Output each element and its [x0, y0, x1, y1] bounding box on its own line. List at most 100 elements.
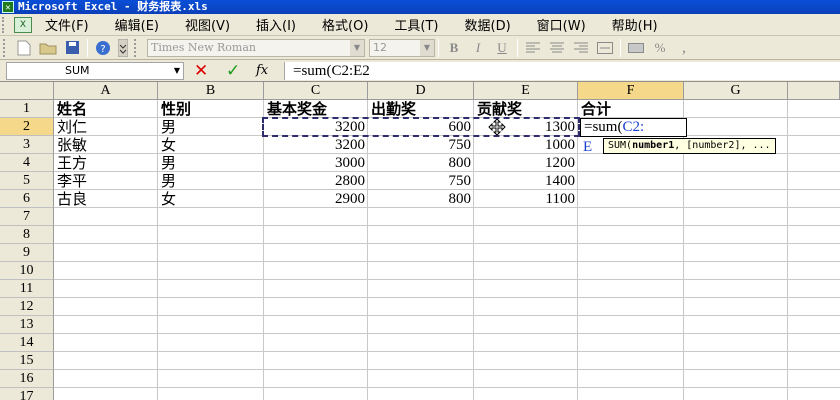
grid-column-line: [787, 100, 788, 400]
header-cell[interactable]: 姓名: [54, 100, 158, 118]
column-header-b[interactable]: B: [158, 82, 264, 100]
header-cell[interactable]: 基本奖金: [264, 100, 368, 118]
chevron-down-icon[interactable]: ▼: [174, 63, 180, 79]
formula-input[interactable]: =sum(C2:E2: [284, 62, 840, 80]
row-header-17[interactable]: 17: [0, 388, 54, 400]
gender-cell[interactable]: 男: [158, 118, 264, 136]
row-header-3[interactable]: 3: [0, 136, 54, 154]
attendance-bonus-cell[interactable]: 800: [368, 190, 474, 208]
merge-center-icon[interactable]: [594, 39, 616, 57]
comma-style-icon[interactable]: ,: [673, 39, 695, 57]
toolbar-grip-handle-2[interactable]: [134, 38, 140, 57]
font-name-select[interactable]: Times New Roman ▼: [147, 38, 365, 57]
percent-button[interactable]: %: [649, 39, 671, 57]
name-cell[interactable]: 李平: [54, 172, 158, 190]
worksheet-grid[interactable]: ABCDEFG 1 2 3 4 5 6 7 8 9 10 11 12 13 14 15 16 17 姓名 性别 基本…: [0, 82, 840, 400]
currency-format-icon[interactable]: [625, 39, 647, 57]
gender-cell[interactable]: 女: [158, 190, 264, 208]
attendance-bonus-cell[interactable]: 800: [368, 154, 474, 172]
workbook-icon[interactable]: X: [14, 16, 32, 33]
attendance-bonus-cell[interactable]: 600: [368, 118, 474, 136]
header-cell[interactable]: 出勤奖: [368, 100, 474, 118]
new-document-icon[interactable]: [14, 39, 34, 57]
row-header-11[interactable]: 11: [0, 280, 54, 298]
row-header-10[interactable]: 10: [0, 262, 54, 280]
attendance-bonus-cell[interactable]: 750: [368, 136, 474, 154]
row-header-16[interactable]: 16: [0, 370, 54, 388]
row-header-5[interactable]: 5: [0, 172, 54, 190]
menu-grip-handle[interactable]: [2, 16, 10, 33]
row-header-2[interactable]: 2: [0, 118, 54, 136]
column-header-partial[interactable]: [788, 82, 840, 100]
align-left-icon[interactable]: [522, 39, 544, 57]
menu-data[interactable]: 数据(D): [452, 15, 524, 34]
contribution-bonus-cell[interactable]: 1400: [474, 172, 578, 190]
basic-bonus-cell[interactable]: 2900: [264, 190, 368, 208]
row-header-13[interactable]: 13: [0, 316, 54, 334]
contribution-bonus-cell[interactable]: 1200: [474, 154, 578, 172]
menu-format[interactable]: 格式(O): [309, 15, 381, 34]
gender-cell[interactable]: 男: [158, 154, 264, 172]
chevron-down-icon[interactable]: ▼: [420, 39, 434, 56]
help-icon[interactable]: ?: [93, 39, 113, 57]
menu-edit[interactable]: 编辑(E): [102, 15, 172, 34]
grid-row-line: [54, 261, 840, 262]
font-size-select[interactable]: 12 ▼: [369, 38, 435, 57]
align-right-icon[interactable]: [570, 39, 592, 57]
row-header-4[interactable]: 4: [0, 154, 54, 172]
menu-insert[interactable]: 插入(I): [243, 15, 309, 34]
row-header-9[interactable]: 9: [0, 244, 54, 262]
column-header-c[interactable]: C: [264, 82, 368, 100]
grid-row-line: [54, 279, 840, 280]
column-header-f[interactable]: F: [578, 82, 684, 100]
enter-check-icon[interactable]: ✓: [226, 61, 240, 81]
header-cell[interactable]: 性别: [158, 100, 264, 118]
cancel-icon[interactable]: ✕: [194, 61, 208, 81]
name-box[interactable]: SUM ▼: [6, 62, 184, 80]
column-header-a[interactable]: A: [54, 82, 158, 100]
function-argument-tooltip[interactable]: SUM(number1, [number2], ...: [603, 138, 776, 154]
basic-bonus-cell[interactable]: 3000: [264, 154, 368, 172]
column-header-d[interactable]: D: [368, 82, 474, 100]
row-header-12[interactable]: 12: [0, 298, 54, 316]
bold-button[interactable]: B: [443, 39, 465, 57]
save-icon[interactable]: [62, 39, 82, 57]
menu-help[interactable]: 帮助(H): [599, 15, 671, 34]
basic-bonus-cell[interactable]: 3200: [264, 118, 368, 136]
gender-cell[interactable]: 男: [158, 172, 264, 190]
row-header-14[interactable]: 14: [0, 334, 54, 352]
header-cell[interactable]: 贡献奖: [474, 100, 578, 118]
column-header-g[interactable]: G: [684, 82, 788, 100]
row-header-7[interactable]: 7: [0, 208, 54, 226]
menu-view[interactable]: 视图(V): [172, 15, 243, 34]
italic-button[interactable]: I: [467, 39, 489, 57]
open-folder-icon[interactable]: [38, 39, 58, 57]
chevron-down-icon[interactable]: ▼: [350, 39, 364, 56]
name-cell[interactable]: 刘仁: [54, 118, 158, 136]
gender-cell[interactable]: 女: [158, 136, 264, 154]
row-header-6[interactable]: 6: [0, 190, 54, 208]
name-cell[interactable]: 王方: [54, 154, 158, 172]
header-cell[interactable]: 合计: [578, 100, 684, 118]
row-header-15[interactable]: 15: [0, 352, 54, 370]
select-all-corner[interactable]: [0, 82, 54, 100]
align-center-icon[interactable]: [546, 39, 568, 57]
name-cell[interactable]: 张敏: [54, 136, 158, 154]
column-header-e[interactable]: E: [474, 82, 578, 100]
grid-row-line: [54, 333, 840, 334]
toolbar-grip-handle[interactable]: [3, 38, 9, 57]
row-header-8[interactable]: 8: [0, 226, 54, 244]
name-cell[interactable]: 古良: [54, 190, 158, 208]
toolbar-options-icon[interactable]: [117, 38, 129, 57]
underline-button[interactable]: U: [491, 39, 513, 57]
menu-window[interactable]: 窗口(W): [524, 15, 599, 34]
insert-function-icon[interactable]: fx: [256, 62, 268, 80]
basic-bonus-cell[interactable]: 2800: [264, 172, 368, 190]
menu-tools[interactable]: 工具(T): [381, 15, 451, 34]
row-header-1[interactable]: 1: [0, 100, 54, 118]
toolbar-separator: [87, 38, 88, 57]
attendance-bonus-cell[interactable]: 750: [368, 172, 474, 190]
basic-bonus-cell[interactable]: 3200: [264, 136, 368, 154]
menu-file[interactable]: 文件(F): [32, 15, 102, 34]
contribution-bonus-cell[interactable]: 1100: [474, 190, 578, 208]
